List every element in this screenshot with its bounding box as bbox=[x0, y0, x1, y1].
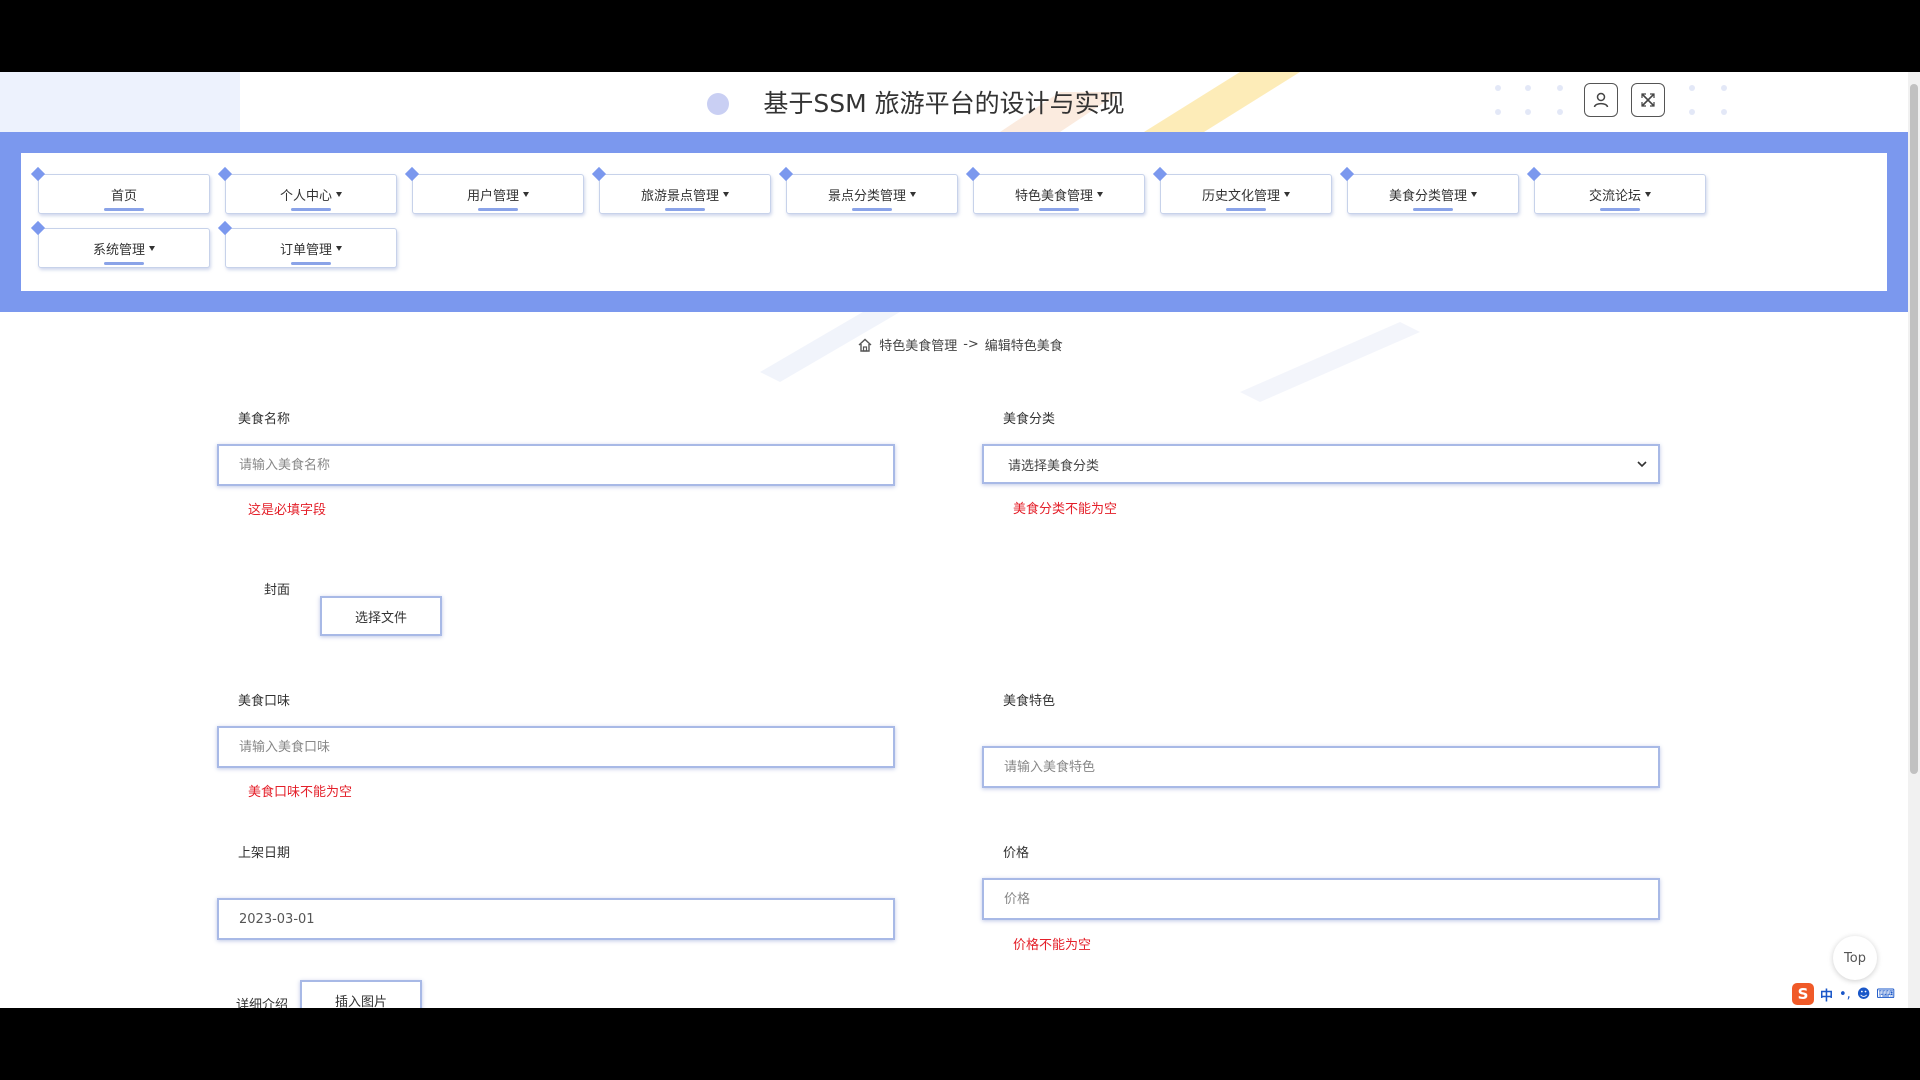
nav-item-forum[interactable]: 交流论坛 bbox=[1526, 166, 1706, 214]
back-to-top-button[interactable]: Top bbox=[1833, 936, 1877, 980]
nav-panel: 首页 个人中心 用户管理 旅游景点管理 景点分类管理 特色美食管理 历史文化管理… bbox=[21, 153, 1887, 291]
diamond-icon bbox=[1152, 166, 1168, 182]
close-icon bbox=[1641, 93, 1655, 107]
ime-mode-label[interactable]: 中 bbox=[1820, 985, 1833, 1004]
scrollbar-thumb[interactable] bbox=[1910, 84, 1918, 774]
food-category-selected: 请选择美食分类 bbox=[1008, 458, 1100, 474]
main-navigation: 首页 个人中心 用户管理 旅游景点管理 景点分类管理 特色美食管理 历史文化管理… bbox=[0, 132, 1908, 312]
listing-date-label: 上架日期 bbox=[238, 846, 291, 861]
top-header: 基于SSM 旅游平台的设计与实现 bbox=[0, 72, 1908, 132]
cover-label: 封面 bbox=[264, 583, 291, 598]
user-icon bbox=[1593, 92, 1609, 108]
emoji-icon[interactable]: ☻ bbox=[1857, 987, 1871, 1002]
user-profile-button[interactable] bbox=[1584, 83, 1618, 117]
breadcrumb-current: 编辑特色美食 bbox=[984, 339, 1063, 354]
punctuation-icon[interactable]: •, bbox=[1839, 987, 1851, 1002]
food-category-error: 美食分类不能为空 bbox=[1013, 502, 1118, 517]
food-category-select[interactable]: 请选择美食分类 bbox=[982, 444, 1660, 484]
nav-item-food-management[interactable]: 特色美食管理 bbox=[965, 166, 1145, 214]
diamond-icon bbox=[217, 220, 233, 236]
breadcrumb: 特色美食管理 -> 编辑特色美食 bbox=[0, 335, 1920, 354]
nav-item-order-management[interactable]: 订单管理 bbox=[217, 220, 397, 268]
feature-label: 美食特色 bbox=[1003, 694, 1056, 709]
diamond-icon bbox=[1339, 166, 1355, 182]
diamond-icon bbox=[30, 220, 46, 236]
sogou-ime-icon[interactable]: S bbox=[1792, 983, 1814, 1005]
nav-item-home[interactable]: 首页 bbox=[30, 166, 210, 214]
ime-toolbar: S 中 •, ☻ ⌨ bbox=[1792, 980, 1920, 1008]
taste-input[interactable] bbox=[217, 726, 895, 768]
caret-down-icon bbox=[523, 191, 529, 197]
nav-item-history-culture[interactable]: 历史文化管理 bbox=[1152, 166, 1332, 214]
detail-label: 详细介绍 bbox=[236, 998, 289, 1008]
feature-input[interactable] bbox=[982, 746, 1660, 788]
diamond-icon bbox=[404, 166, 420, 182]
breadcrumb-section[interactable]: 特色美食管理 bbox=[879, 335, 957, 354]
caret-down-icon bbox=[1471, 191, 1477, 197]
taste-error: 美食口味不能为空 bbox=[248, 785, 353, 800]
breadcrumb-separator: -> bbox=[963, 337, 979, 352]
nav-item-system-management[interactable]: 系统管理 bbox=[30, 220, 210, 268]
diamond-icon bbox=[30, 166, 46, 182]
diamond-icon bbox=[591, 166, 607, 182]
nav-item-personal-center[interactable]: 个人中心 bbox=[217, 166, 397, 214]
keyboard-icon[interactable]: ⌨ bbox=[1876, 987, 1895, 1002]
price-input[interactable] bbox=[982, 878, 1660, 920]
caret-down-icon bbox=[149, 245, 155, 251]
diamond-icon bbox=[217, 166, 233, 182]
food-name-error: 这是必填字段 bbox=[248, 503, 327, 518]
home-icon[interactable] bbox=[857, 337, 873, 353]
caret-down-icon bbox=[910, 191, 916, 197]
caret-down-icon bbox=[336, 245, 342, 251]
choose-file-button[interactable]: 选择文件 bbox=[320, 596, 442, 636]
logout-button[interactable] bbox=[1631, 83, 1665, 117]
listing-date-input[interactable] bbox=[217, 898, 895, 940]
nav-item-user-management[interactable]: 用户管理 bbox=[404, 166, 584, 214]
caret-down-icon bbox=[1097, 191, 1103, 197]
diamond-icon bbox=[778, 166, 794, 182]
insert-image-button[interactable]: 插入图片 bbox=[300, 980, 422, 1008]
caret-down-icon bbox=[723, 191, 729, 197]
diamond-icon bbox=[965, 166, 981, 182]
food-category-label: 美食分类 bbox=[1003, 412, 1056, 427]
nav-item-attraction-category[interactable]: 景点分类管理 bbox=[778, 166, 958, 214]
food-name-input[interactable] bbox=[217, 444, 895, 486]
nav-item-food-category[interactable]: 美食分类管理 bbox=[1339, 166, 1519, 214]
app-screen: 基于SSM 旅游平台的设计与实现 首页 个人中心 用户管理 旅游景点管理 景点分… bbox=[0, 72, 1920, 1008]
chevron-down-icon bbox=[1637, 461, 1647, 468]
caret-down-icon bbox=[1645, 191, 1651, 197]
price-error: 价格不能为空 bbox=[1013, 938, 1092, 953]
taste-label: 美食口味 bbox=[238, 694, 291, 709]
nav-item-attraction-management[interactable]: 旅游景点管理 bbox=[591, 166, 771, 214]
caret-down-icon bbox=[1284, 191, 1290, 197]
food-name-label: 美食名称 bbox=[238, 412, 291, 427]
price-label: 价格 bbox=[1003, 846, 1030, 861]
page-scrollbar[interactable] bbox=[1908, 72, 1920, 1008]
diamond-icon bbox=[1526, 166, 1542, 182]
caret-down-icon bbox=[336, 191, 342, 197]
